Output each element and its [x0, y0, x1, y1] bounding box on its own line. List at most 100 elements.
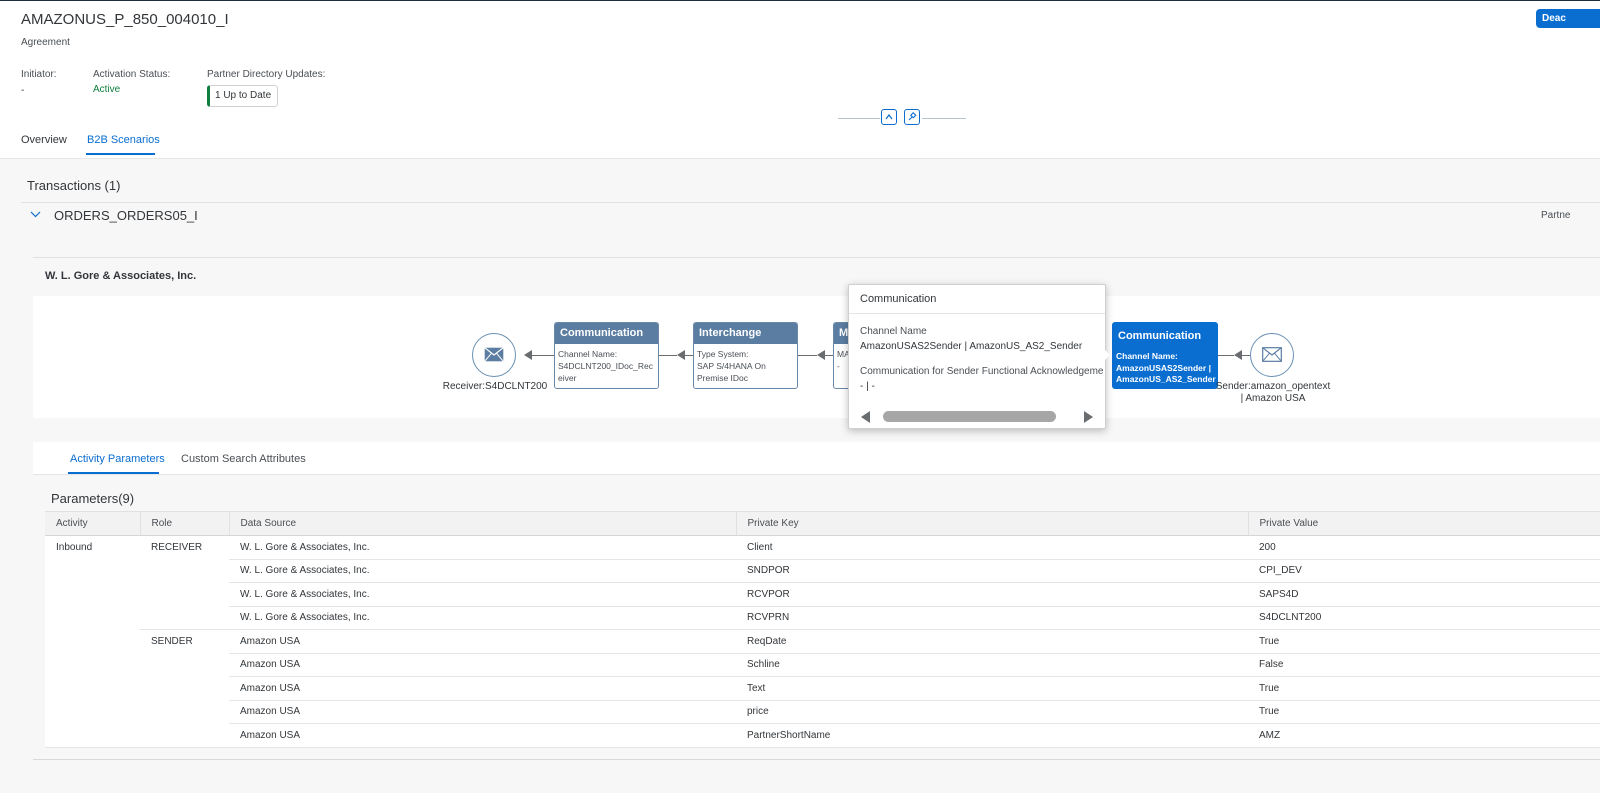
cell-data-source: Amazon USA: [229, 653, 736, 677]
collapse-up-icon: [885, 114, 893, 120]
popover-scrollbar-thumb[interactable]: [883, 411, 1056, 422]
transactions-title: Transactions (1): [27, 178, 121, 193]
column-header-private-key[interactable]: Private Key: [736, 511, 1249, 536]
ack-communication-label: Communication for Sender Functional Ackn…: [860, 366, 1104, 377]
cell-role: [140, 582, 229, 607]
flow-connector: [825, 355, 833, 356]
cell-data-source: Amazon USA: [229, 700, 736, 724]
cell-private-key: SNDPOR: [736, 559, 1248, 583]
table-row[interactable]: W. L. Gore & Associates, Inc. RCVPOR SAP…: [45, 582, 1600, 607]
cell-activity: Inbound: [45, 535, 140, 560]
channel-name-value: AmazonUSAS2Sender | AmazonUS_AS2_Sender: [860, 341, 1083, 352]
expand-transaction-button[interactable]: [30, 207, 41, 221]
parameters-table-container: Activity Role Data Source Private Key Pr…: [45, 511, 1600, 748]
company-name: W. L. Gore & Associates, Inc.: [45, 270, 197, 282]
tab-selected-indicator: [86, 153, 155, 155]
cell-private-key: ReqDate: [736, 629, 1248, 654]
node-line: AmazonUSAS2Sender |: [1116, 362, 1211, 373]
pin-header-button[interactable]: [904, 109, 920, 125]
popover-title: Communication: [860, 293, 937, 305]
parameters-title: Parameters(9): [51, 491, 135, 506]
scroll-left-icon[interactable]: [860, 410, 872, 424]
communication-sender-node[interactable]: Communication Channel Name: AmazonUSAS2S…: [1112, 322, 1218, 389]
table-row[interactable]: Amazon USA Schline False: [45, 653, 1600, 677]
node-line: SAP S/4HANA On: [697, 361, 766, 371]
flow-connector: [685, 355, 693, 356]
flow-connector: [532, 355, 554, 356]
column-header-private-value[interactable]: Private Value: [1248, 511, 1600, 536]
envelope-icon: [1262, 347, 1282, 362]
popover-pointer: [1104, 349, 1110, 361]
node-line: Premise IDoc: [697, 373, 749, 383]
page-subtitle: Agreement: [21, 37, 70, 48]
node-line: Channel Name:: [558, 349, 618, 359]
receiver-node[interactable]: [472, 333, 516, 377]
table-row[interactable]: Inbound RECEIVER W. L. Gore & Associates…: [45, 535, 1600, 560]
table-row[interactable]: Amazon USA Text True: [45, 676, 1600, 701]
header-divider-left: [838, 118, 880, 119]
cell-role: [140, 559, 229, 583]
cell-activity: [45, 723, 140, 748]
partner-directory-label: Partner Directory Updates:: [207, 69, 326, 80]
partner-directory-status-badge[interactable]: 1 Up to Date: [207, 85, 279, 107]
interchange-node[interactable]: Interchange Type System: SAP S/4HANA On …: [693, 322, 798, 389]
collapse-header-button[interactable]: [881, 109, 897, 125]
initiator-label: Initiator:: [21, 69, 57, 80]
table-row[interactable]: W. L. Gore & Associates, Inc. SNDPOR CPI…: [45, 559, 1600, 583]
cell-role: [140, 676, 229, 701]
parameters-table: Activity Role Data Source Private Key Pr…: [45, 511, 1600, 748]
cell-role: [140, 653, 229, 677]
deactivate-button[interactable]: Deac: [1536, 9, 1600, 28]
cell-private-value: True: [1248, 629, 1600, 654]
transaction-partner-label: Partne: [1541, 210, 1571, 221]
sender-label-line1: Sender:amazon_opentext: [1215, 381, 1331, 392]
cell-activity: [45, 700, 140, 724]
cell-activity: [45, 629, 140, 654]
cell-private-value: CPI_DEV: [1248, 559, 1600, 583]
cell-private-value: True: [1248, 676, 1600, 701]
cell-role: RECEIVER: [140, 535, 229, 560]
column-header-role[interactable]: Role: [140, 511, 230, 536]
envelope-icon: [484, 347, 504, 362]
column-header-activity[interactable]: Activity: [45, 511, 141, 536]
table-row[interactable]: Amazon USA PartnerShortName AMZ: [45, 723, 1600, 748]
column-header-data-source[interactable]: Data Source: [229, 511, 737, 536]
transactions-separator: [21, 202, 1600, 203]
tab-b2b-scenarios[interactable]: B2B Scenarios: [87, 134, 160, 146]
tab-activity-parameters[interactable]: Activity Parameters: [70, 453, 165, 465]
cell-private-value: False: [1248, 653, 1600, 677]
cell-role: SENDER: [140, 629, 229, 654]
cell-data-source: Amazon USA: [229, 629, 736, 654]
tab-overview[interactable]: Overview: [21, 134, 67, 146]
cell-private-key: RCVPRN: [736, 606, 1248, 630]
cell-role: [140, 700, 229, 724]
activity-tab-indicator: [68, 472, 159, 474]
tab-custom-search-attributes[interactable]: Custom Search Attributes: [181, 453, 306, 465]
header-divider-right: [922, 118, 966, 119]
cell-data-source: W. L. Gore & Associates, Inc.: [229, 559, 736, 583]
communication-receiver-node[interactable]: Communication Channel Name: S4DCLNT200_I…: [554, 322, 659, 389]
node-title: Interchange: [694, 323, 797, 344]
flow-arrow: [1234, 350, 1242, 360]
flow-connector: [798, 355, 817, 356]
sender-node[interactable]: [1250, 333, 1294, 377]
popover-content[interactable]: Channel Name AmazonUSAS2Sender | AmazonU…: [849, 314, 1105, 406]
chevron-down-icon: [30, 211, 41, 218]
node-line: Channel Name:: [1116, 351, 1178, 361]
table-row[interactable]: Amazon USA price True: [45, 700, 1600, 724]
table-row[interactable]: W. L. Gore & Associates, Inc. RCVPRN S4D…: [45, 606, 1600, 630]
flow-arrow: [817, 350, 825, 360]
channel-name-label: Channel Name: [860, 326, 927, 337]
table-header-row: Activity Role Data Source Private Key Pr…: [45, 511, 1600, 536]
cell-private-key: Schline: [736, 653, 1248, 677]
cell-private-value: SAPS4D: [1248, 582, 1600, 607]
transaction-name[interactable]: ORDERS_ORDERS05_I: [54, 208, 198, 223]
cell-private-key: PartnerShortName: [736, 723, 1248, 748]
table-row[interactable]: SENDER Amazon USA ReqDate True: [45, 629, 1600, 654]
scroll-right-icon[interactable]: [1082, 410, 1094, 424]
cell-activity: [45, 582, 140, 607]
cell-private-key: Client: [736, 535, 1248, 560]
cell-activity: [45, 606, 140, 630]
flow-arrow: [677, 350, 685, 360]
initiator-value: -: [21, 85, 25, 96]
